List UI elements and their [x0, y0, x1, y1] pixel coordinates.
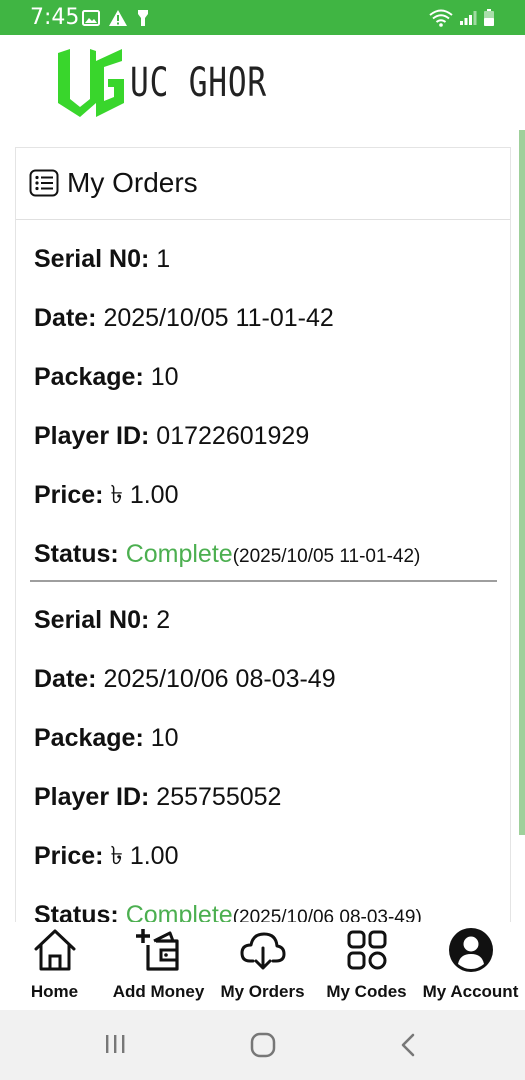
- player-id-value: 01722601929: [156, 422, 310, 450]
- order-status: Status: Complete(2025/10/06 08-03-49): [34, 900, 422, 922]
- package-label: Package:: [34, 724, 144, 752]
- order-status: Status: Complete(2025/10/05 11-01-42): [34, 539, 420, 572]
- order-package: Package: 10: [34, 723, 179, 753]
- order-date: Date: 2025/10/06 08-03-49: [34, 664, 336, 694]
- date-label: Date:: [34, 304, 97, 332]
- status-bar: 7:45: [0, 0, 525, 35]
- status-label: Status:: [34, 540, 119, 568]
- status-time: (2025/10/05 11-01-42): [232, 546, 421, 567]
- cloud-download-icon: [240, 932, 285, 970]
- warning-icon: [109, 10, 127, 26]
- player-id-label: Player ID:: [34, 783, 150, 811]
- home-icon: [34, 929, 75, 971]
- order-item: Serial N0: 2 Date: 2025/10/06 08-03-49 P…: [16, 582, 510, 922]
- player-id-label: Player ID:: [34, 422, 150, 450]
- serial-label: Serial N0:: [34, 606, 150, 634]
- account-icon: [448, 928, 493, 972]
- order-price: Price: ৳ 1.00: [34, 841, 179, 871]
- price-label: Price:: [34, 481, 104, 509]
- nav-my-account[interactable]: My Account: [418, 922, 523, 1010]
- nav-my-orders[interactable]: My Orders: [210, 922, 315, 1010]
- home-circle-icon[interactable]: [250, 1032, 276, 1058]
- status-time: 7:45: [30, 5, 80, 30]
- back-icon[interactable]: [399, 1032, 417, 1058]
- nav-my-account-label: My Account: [422, 982, 519, 1001]
- status-system-icons: [429, 7, 495, 29]
- orders-list: Serial N0: 1 Date: 2025/10/05 11-01-42 P…: [16, 221, 510, 922]
- grid-icon: [347, 930, 386, 970]
- price-value: ৳ 1.00: [110, 842, 179, 870]
- price-label: Price:: [34, 842, 104, 870]
- list-icon: [29, 169, 59, 197]
- date-value: 2025/10/05 11-01-42: [103, 304, 334, 332]
- scrollbar[interactable]: [519, 130, 525, 835]
- bottom-nav: Home Add Money My Orders My Codes My Acc…: [0, 922, 525, 1010]
- status-badge: Complete: [125, 540, 233, 568]
- package-value: 10: [150, 724, 179, 752]
- status-notification-icons: [82, 7, 150, 29]
- order-player-id: Player ID: 01722601929: [34, 421, 309, 451]
- system-nav-bar: [0, 1010, 525, 1080]
- nav-home[interactable]: Home: [2, 922, 107, 1010]
- page-title: My Orders: [67, 167, 198, 198]
- date-value: 2025/10/06 08-03-49: [103, 665, 336, 693]
- order-serial: Serial N0: 1: [34, 244, 170, 274]
- package-label: Package:: [34, 363, 144, 391]
- flashlight-icon: [138, 10, 148, 26]
- order-player-id: Player ID: 255755052: [34, 782, 281, 812]
- app-header: UC GHOR: [0, 35, 525, 130]
- date-label: Date:: [34, 665, 97, 693]
- card-header: My Orders: [16, 148, 510, 220]
- status-badge: Complete: [125, 901, 233, 922]
- logo-text: UC GHOR: [130, 60, 267, 106]
- serial-value: 1: [156, 245, 171, 273]
- player-id-value: 255755052: [156, 783, 282, 811]
- battery-icon: [484, 9, 494, 26]
- order-serial: Serial N0: 2: [34, 605, 170, 635]
- wifi-icon: [429, 9, 453, 27]
- nav-my-codes[interactable]: My Codes: [314, 922, 419, 1010]
- logo-mark-icon: [58, 49, 124, 117]
- order-item: Serial N0: 1 Date: 2025/10/05 11-01-42 P…: [16, 221, 510, 582]
- orders-card: My Orders Serial N0: 1 Date: 2025/10/05 …: [15, 147, 511, 922]
- image-icon: [82, 10, 100, 26]
- status-label: Status:: [34, 901, 119, 922]
- add-wallet-icon: [135, 929, 179, 971]
- recents-icon[interactable]: [104, 1032, 126, 1056]
- order-date: Date: 2025/10/05 11-01-42: [34, 303, 334, 333]
- serial-label: Serial N0:: [34, 245, 150, 273]
- status-time: (2025/10/06 08-03-49): [232, 907, 422, 922]
- order-package: Package: 10: [34, 362, 179, 392]
- signal-icon: [460, 11, 477, 25]
- package-value: 10: [150, 363, 179, 391]
- price-value: ৳ 1.00: [110, 481, 179, 509]
- order-price: Price: ৳ 1.00: [34, 480, 179, 510]
- app-logo[interactable]: UC GHOR: [56, 47, 306, 119]
- nav-add-money[interactable]: Add Money: [106, 922, 211, 1010]
- serial-value: 2: [156, 606, 171, 634]
